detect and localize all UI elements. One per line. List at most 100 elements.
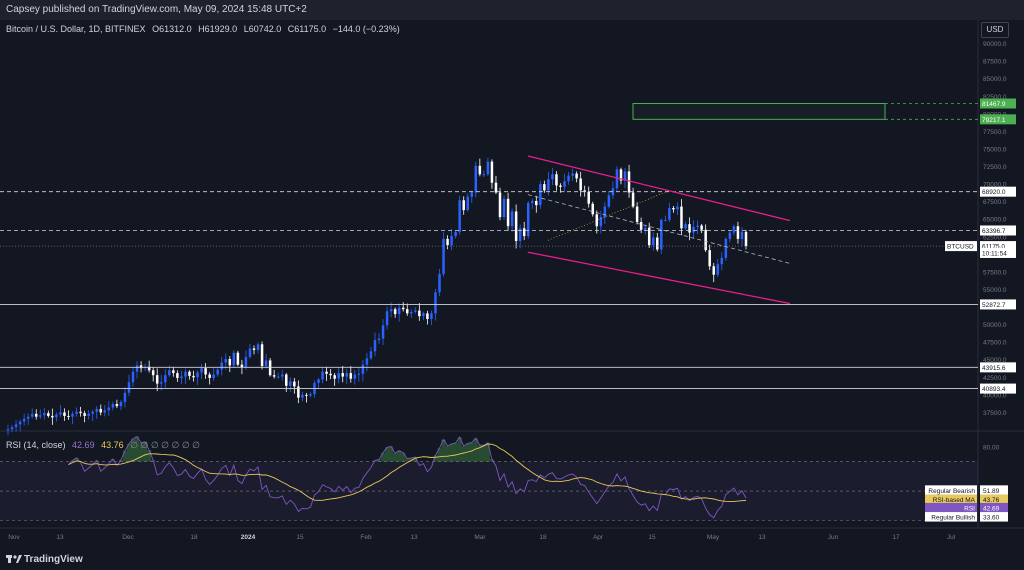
candle-body [172,370,175,374]
candle-body [55,414,58,418]
publisher-line: Capsey published on TradingView.com, May… [6,4,307,15]
candle-body [466,196,469,211]
candle-body [539,184,542,206]
candle-body [289,381,292,386]
candle-body [212,374,215,379]
candle-body [559,185,562,187]
candle-body [603,206,607,218]
symbol-tag: BTCUSD [947,244,974,251]
symbol-title: Bitcoin / U.S. Dollar, 1D, BITFINEX [6,24,146,34]
candle-body [454,231,457,237]
candle-body [651,237,655,246]
candle-body [369,351,373,359]
footer: TradingView [0,548,1024,570]
candle-body [224,359,228,363]
candle-body [208,374,211,379]
candle-body [720,257,724,265]
candle-body [563,181,566,187]
rsi-level-name: Regular Bearish [928,488,975,495]
y-tick-label: 65000.0 [983,217,1007,224]
candle-body [309,394,312,396]
candle-body [680,206,683,229]
candle-body [744,231,748,246]
candle-body [297,386,300,398]
rsi-overbought-fill [485,442,490,462]
x-tick-label: Mar [474,534,486,541]
candle-body [155,375,159,384]
candle-body [63,412,66,416]
candle-body [684,224,687,229]
candle-body [365,358,369,365]
publish-header: Capsey published on TradingView.com, May… [0,0,1024,20]
rsi-overbought-fill [381,452,386,462]
rsi-level-name: Regular Bullish [931,515,975,522]
candle-body [531,200,534,204]
candle-body [712,266,715,275]
candle-body [325,371,328,374]
chart-area[interactable]: 37500.0 40000.0 42500.0 45000.0 47500.0 50000… [0,20,1024,548]
candle-body [514,211,518,241]
candle-body [131,371,135,383]
candle-body [405,309,409,314]
candle-body [450,236,453,246]
candle-body [442,238,445,275]
candle-body [647,227,651,246]
rsi-value: 42.69 [72,440,95,450]
y-tick-label: 75000.0 [983,146,1007,153]
candle-body [579,178,582,191]
x-tick-label: Nov [8,534,20,541]
candle-body [18,421,22,425]
rsi-overbought-fill [405,458,410,462]
rsi-overbought-fill [481,445,486,462]
candle-body [728,232,732,239]
candle-body [422,313,425,317]
candle-body [631,192,635,207]
candle-body [510,211,514,227]
rsi-overbought-fill [461,446,466,462]
x-tick-label: Apr [593,534,604,541]
target-zone-box [632,103,886,120]
candle-body [111,404,115,408]
candle-body [587,191,590,204]
candle-body [264,360,268,367]
price-chart-svg[interactable]: 37500.040000.042500.045000.047500.050000… [0,20,1024,548]
candle-body [672,207,675,210]
rsi-y-tick-label: 80.00 [983,444,1000,451]
candle-body [426,313,429,319]
candle-body [506,198,510,227]
tradingview-brand: TradingView [24,554,83,565]
candle-body [575,173,578,179]
candle-body [696,225,699,227]
candle-body [333,375,336,379]
candle-body [591,203,595,215]
x-tick-label: Feb [360,534,372,541]
candle-body [736,226,740,239]
candle-body [397,307,401,315]
rsi-overbought-fill [445,445,450,462]
candle-body [410,311,413,314]
price-axis-label: 40893.4 [982,386,1006,393]
candle-body [107,407,111,411]
candle-body [526,203,530,237]
candle-body [595,214,599,227]
candle-body [688,224,691,233]
candle-body [716,264,720,275]
rsi-overbought-fill [397,450,402,462]
candle-body [434,292,437,314]
x-tick-label: 18 [190,534,198,541]
y-tick-label: 42500.0 [983,375,1007,382]
candle-body [462,200,465,211]
candle-body [256,344,260,350]
candle-body [236,352,240,365]
candle-body [498,192,502,218]
rsi-overbought-fill [469,442,474,462]
candle-body [430,313,433,319]
candle-body [635,206,639,223]
currency-button[interactable]: USD [981,22,1009,38]
x-tick-label: 2024 [241,534,256,541]
candle-body [522,228,526,237]
price-axis-label: 43915.6 [982,365,1006,372]
candle-body [83,413,86,416]
candle-body [486,161,490,175]
candle-body [490,161,494,183]
